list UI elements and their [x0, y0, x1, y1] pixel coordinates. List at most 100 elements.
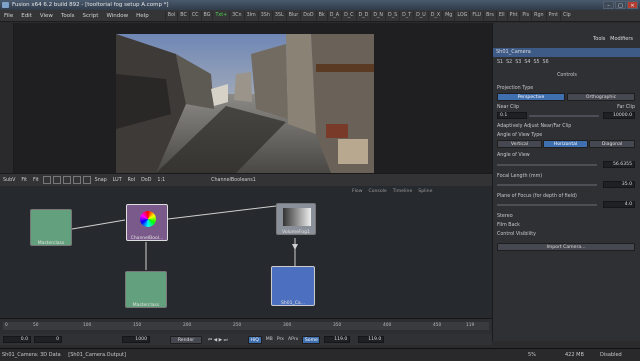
angle-field[interactable]: 56.6355 [603, 161, 635, 168]
tool-button-clp[interactable]: Clp [559, 10, 573, 21]
tool-button-pht[interactable]: Pht [506, 10, 520, 21]
some-button[interactable]: Some [302, 335, 321, 344]
tool-button-d-u[interactable]: D_U [413, 10, 428, 21]
section-controls[interactable]: Controls [497, 73, 637, 78]
global-start-field[interactable]: 0.0 [3, 336, 31, 343]
lut-button[interactable]: LUT [110, 178, 125, 183]
camera-node[interactable]: Sh01_Ca... [271, 266, 315, 306]
zoom-readout[interactable]: 1:1 [154, 178, 168, 183]
set-s5[interactable]: S5 [533, 60, 539, 65]
tool-button-3sh[interactable]: 3Sh [257, 10, 272, 21]
prx-button[interactable]: Prx [277, 337, 284, 342]
control-visibility-section[interactable]: Control Visibility [497, 232, 637, 237]
rect-icon[interactable] [82, 176, 91, 184]
volumefog-node[interactable]: VolumeFog1 [276, 203, 316, 235]
stereo-section[interactable]: Stereo [497, 214, 637, 219]
maximize-button[interactable]: □ [615, 1, 626, 9]
render-button[interactable]: Render [170, 335, 202, 344]
tab-timeline[interactable]: Timeline [393, 189, 413, 198]
menu-edit[interactable]: Edit [17, 13, 36, 19]
import-camera-button[interactable]: Import Camera... [497, 243, 635, 251]
end-field[interactable]: 119.0 [324, 336, 351, 343]
tool-button-mg[interactable]: Mg [442, 10, 454, 21]
tool-button-3sl[interactable]: 3SL [271, 10, 286, 21]
channelbool-node[interactable]: ChannelBool... [126, 204, 168, 241]
set-s4[interactable]: S4 [524, 60, 530, 65]
aprx-button[interactable]: APrx [288, 337, 298, 342]
tab-spline[interactable]: Spline [418, 189, 432, 198]
node-header[interactable]: Sh01_Camera [493, 48, 640, 57]
menu-file[interactable]: File [0, 13, 17, 19]
masterclass-node-1[interactable]: Masterclass [30, 209, 72, 246]
minimize-button[interactable]: – [603, 1, 614, 9]
close-button[interactable]: ✕ [627, 1, 638, 9]
tool-button-rgn[interactable]: Rgn [531, 10, 545, 21]
tool-button-3cn[interactable]: 3Cn [229, 10, 243, 21]
render-end-field[interactable]: 1000 [122, 336, 150, 343]
tool-button-bol[interactable]: Bol [164, 10, 178, 21]
fit-button-2[interactable]: Fit [30, 178, 42, 183]
set-s6[interactable]: S6 [543, 60, 549, 65]
tool-button-d-s[interactable]: D_S [385, 10, 399, 21]
mb-button[interactable]: MB [266, 337, 273, 342]
viewer-image[interactable] [116, 34, 374, 173]
tool-button-bk[interactable]: Bk [315, 10, 327, 21]
tab-tools[interactable]: Tools [593, 36, 605, 42]
transport-controls-icon[interactable]: ⏮ ◀ ▶ ⏭ [208, 337, 228, 343]
film-back-section[interactable]: Film Back [497, 223, 637, 228]
set-s3[interactable]: S3 [515, 60, 521, 65]
time-ruler[interactable]: 0 50 100 150 200 250 300 350 400 450 119 [3, 322, 489, 330]
flow-view[interactable]: Masterclass ChannelBool... VolumeFog1 Ma… [0, 186, 492, 318]
set-s2[interactable]: S2 [506, 60, 512, 65]
subview-button[interactable]: SubV [0, 178, 18, 183]
adaptive-clip-checkbox[interactable]: Adaptively Adjust Near/Far Clip [497, 124, 637, 129]
vertical-button[interactable]: Vertical [497, 140, 542, 148]
tool-button-ell[interactable]: Ell [495, 10, 507, 21]
focal-field[interactable]: 35.0 [603, 181, 635, 188]
fit-button[interactable]: Fit [18, 178, 30, 183]
tool-button-pls[interactable]: Pls [519, 10, 531, 21]
tool-button-flu[interactable]: FLU [469, 10, 483, 21]
tool-button-d-t[interactable]: D_T [399, 10, 413, 21]
snap-button[interactable]: Snap [92, 178, 110, 183]
render-start-field[interactable]: 0 [34, 336, 62, 343]
tool-button-blur[interactable]: Blur [285, 10, 301, 21]
masterclass-node-2[interactable]: Masterclass [125, 271, 167, 308]
tool-button-d-a[interactable]: D_A [326, 10, 341, 21]
near-clip-field[interactable]: 0.1 [497, 112, 527, 119]
set-s1[interactable]: S1 [497, 60, 503, 65]
menu-window[interactable]: Window [102, 13, 132, 19]
tool-button-dod[interactable]: DoD [300, 10, 315, 21]
curve-icon[interactable] [52, 176, 61, 184]
focal-slider[interactable] [497, 184, 597, 186]
tool-button-log[interactable]: LOG [454, 10, 469, 21]
cross-icon[interactable] [62, 176, 71, 184]
tool-button-bc[interactable]: BC [177, 10, 189, 21]
focus-field[interactable]: 4.0 [603, 201, 635, 208]
horizontal-button[interactable]: Horizontal [543, 140, 588, 148]
tool-button-d-c[interactable]: D_C [341, 10, 355, 21]
tool-button-3im[interactable]: 3Im [243, 10, 258, 21]
menu-view[interactable]: View [36, 13, 57, 19]
tool-button-d-d[interactable]: D_D [355, 10, 371, 21]
tool-button-brs[interactable]: Brs [483, 10, 496, 21]
tool-button-pmt[interactable]: Pmt [545, 10, 560, 21]
clip-range-slider[interactable] [529, 115, 599, 117]
orthographic-button[interactable]: Orthographic [567, 93, 635, 101]
menu-help[interactable]: Help [132, 13, 153, 19]
angle-slider[interactable] [497, 164, 597, 166]
tool-button-d-x[interactable]: D_X [427, 10, 442, 21]
tab-flow[interactable]: Flow [352, 189, 363, 198]
tool-button-cc[interactable]: CC [188, 10, 201, 21]
menu-script[interactable]: Script [79, 13, 103, 19]
tab-modifiers[interactable]: Modifiers [610, 36, 633, 42]
pen-icon[interactable] [42, 176, 51, 184]
tool-button-d-n[interactable]: D_N [370, 10, 385, 21]
far-clip-field[interactable]: 10000.0 [603, 112, 635, 119]
circle-icon[interactable] [72, 176, 81, 184]
dod-button[interactable]: DoD [138, 178, 154, 183]
end-field-2[interactable]: 119.0 [358, 336, 385, 343]
tool-button-txt-[interactable]: Txt+ [212, 10, 229, 21]
perspective-button[interactable]: Perspective [497, 93, 565, 101]
tool-button-bg[interactable]: BG [200, 10, 213, 21]
